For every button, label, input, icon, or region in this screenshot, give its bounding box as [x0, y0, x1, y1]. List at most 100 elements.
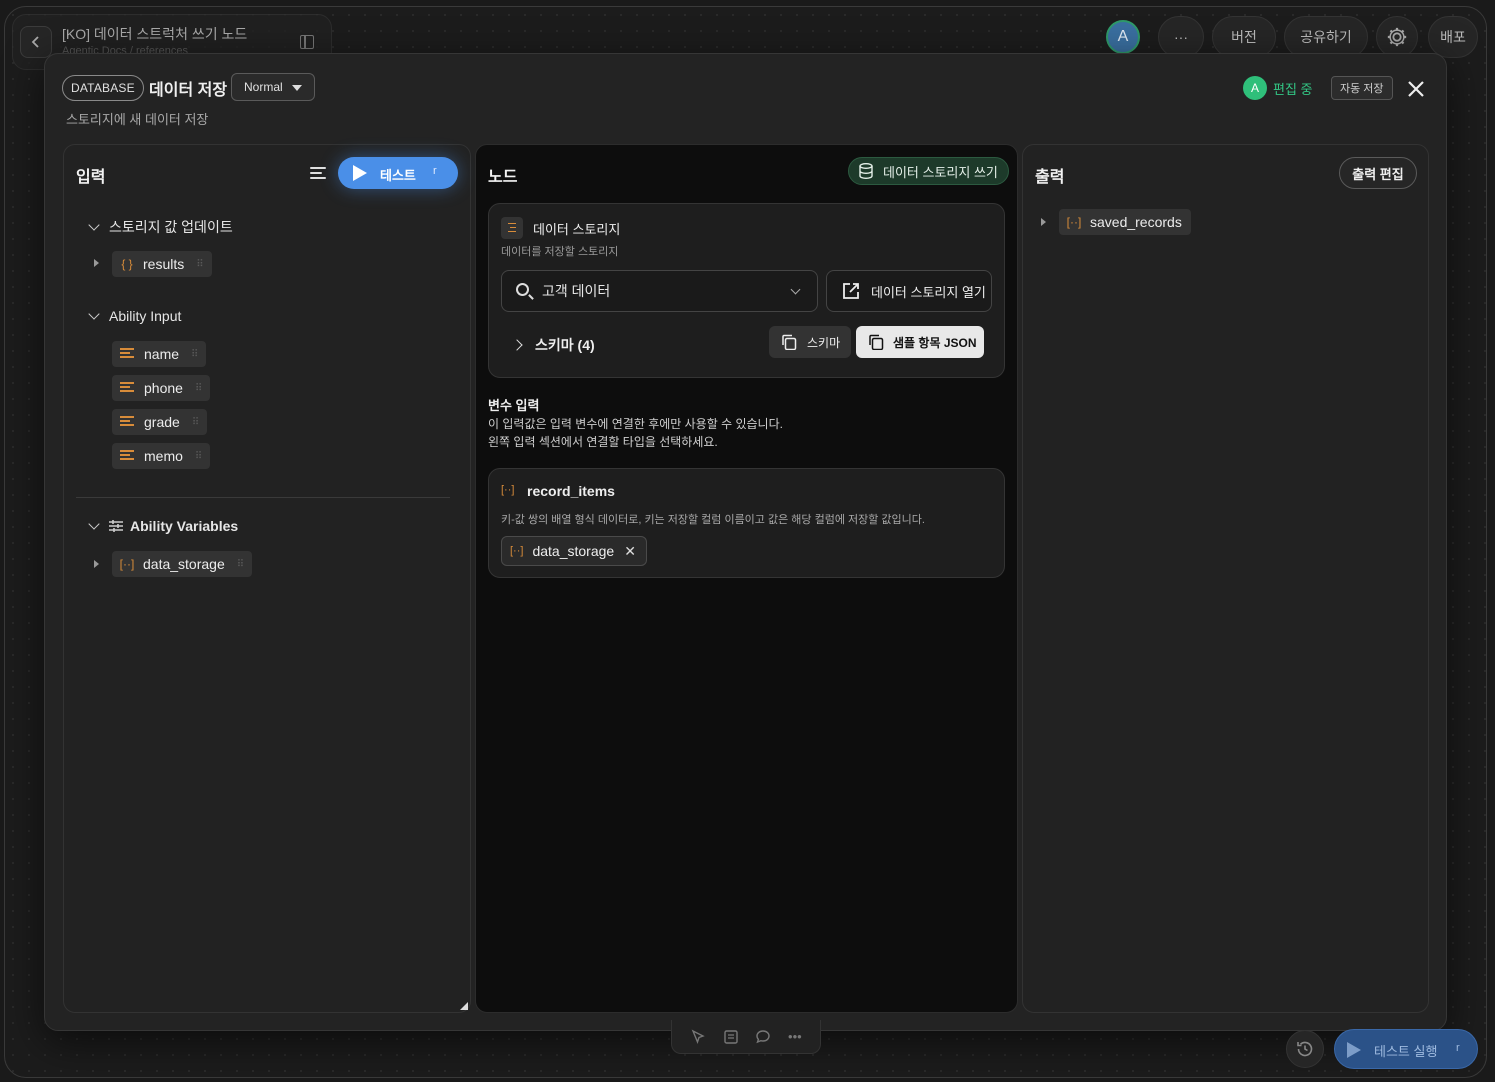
drag-handle-icon[interactable]: ⠿ — [192, 417, 199, 428]
drag-handle-icon[interactable]: ⠿ — [195, 451, 202, 462]
brackets-icon: [··] — [1066, 215, 1082, 229]
brackets-icon: [··] — [501, 484, 515, 496]
external-link-icon — [843, 283, 859, 299]
chevron-left-icon — [31, 36, 39, 48]
input-panel: 입력 테스트 r 스토리지 값 업데이트 { } results ⠿ Abili… — [63, 144, 471, 1013]
description-line: 이 입력값은 입력 변수에 연결한 후에만 사용할 수 있습니다. — [488, 417, 783, 431]
selected-storage-value: 고객 데이터 — [542, 283, 611, 299]
history-button[interactable] — [1286, 1030, 1324, 1068]
variable-chip-results[interactable]: { } results ⠿ — [112, 251, 212, 277]
chevron-down-icon — [88, 518, 100, 530]
node-panel: 노드 데이터 스토리지 쓰기 데이터 스토리지 데이터를 저장할 스토리지 고객… — [475, 144, 1018, 1013]
drag-handle-icon[interactable]: ⠿ — [191, 349, 198, 360]
list-view-icon[interactable] — [310, 167, 326, 181]
section-ability-variables[interactable]: Ability Variables — [88, 518, 238, 534]
canvas-toolbar: ••• — [671, 1020, 821, 1054]
section-ability-input[interactable]: Ability Input — [88, 308, 182, 324]
more-icon[interactable]: ••• — [788, 1029, 802, 1044]
variable-chip-grade[interactable]: grade ⠿ — [112, 409, 208, 435]
back-button[interactable] — [20, 26, 52, 58]
drag-handle-icon[interactable]: ⠿ — [195, 383, 202, 394]
section-storage-update[interactable]: 스토리지 값 업데이트 — [88, 217, 233, 237]
braces-icon: { } — [121, 257, 133, 271]
user-avatar[interactable]: A — [1106, 20, 1140, 54]
chip-label: data_storage — [143, 556, 225, 572]
remove-icon[interactable]: ✕ — [624, 543, 636, 560]
mode-dropdown[interactable]: Normal — [231, 73, 315, 101]
card-title: 데이터 스토리지 — [533, 222, 621, 237]
settings-button[interactable] — [1376, 16, 1418, 58]
storage-select[interactable]: 고객 데이터 — [501, 270, 818, 312]
schema-button-label: 스키마 — [807, 335, 841, 350]
chip-label: name — [144, 346, 180, 362]
run-test-button[interactable]: 테스트 실행 r — [1334, 1029, 1478, 1069]
output-panel: 출력 출력 편집 [··] saved_records — [1022, 144, 1429, 1013]
chip-label: memo — [144, 448, 183, 464]
output-chip-saved-records[interactable]: [··] saved_records — [1059, 209, 1191, 235]
test-button[interactable]: 테스트 r — [338, 157, 458, 189]
copy-sample-json-button[interactable]: 샘플 항목 JSON — [856, 326, 984, 358]
editing-status: 편집 중 — [1273, 82, 1313, 97]
run-test-label: 테스트 실행 — [1374, 1044, 1438, 1059]
node-badge-label: 데이터 스토리지 쓰기 — [883, 164, 998, 180]
chip-label: grade — [144, 414, 180, 430]
brackets-icon: [··] — [119, 557, 135, 571]
edit-output-button[interactable]: 출력 편집 — [1339, 157, 1417, 189]
section-label: 스토리지 값 업데이트 — [109, 219, 233, 235]
run-test-shortcut: r — [1456, 1042, 1460, 1054]
open-storage-button[interactable]: 데이터 스토리지 열기 — [826, 270, 992, 312]
gear-icon — [1387, 27, 1407, 47]
copy-icon — [869, 334, 884, 350]
section-label: Ability Input — [109, 308, 182, 324]
variable-input-description: 이 입력값은 입력 변수에 연결한 후에만 사용할 수 있습니다. 왼쪽 입력 … — [488, 415, 783, 451]
input-panel-title: 입력 — [76, 169, 106, 186]
more-button[interactable]: ··· — [1158, 16, 1204, 58]
play-icon — [353, 165, 367, 181]
autosave-badge[interactable]: 자동 저장 — [1331, 76, 1393, 100]
drag-handle-icon[interactable]: ⠿ — [237, 559, 244, 570]
list-icon — [501, 217, 523, 239]
comment-icon[interactable] — [755, 1029, 771, 1045]
variable-chip-memo[interactable]: memo ⠿ — [112, 443, 211, 469]
variable-chip-phone[interactable]: phone ⠿ — [112, 375, 211, 401]
drag-handle-icon[interactable]: ⠿ — [196, 259, 203, 270]
chip-label: saved_records — [1090, 214, 1182, 230]
section-divider — [76, 497, 450, 498]
brackets-icon: [··] — [510, 545, 524, 557]
expand-arrow-icon[interactable] — [1041, 218, 1046, 226]
expand-arrow-icon[interactable] — [94, 259, 99, 267]
sidebar-toggle-icon[interactable] — [300, 35, 314, 49]
chip-label: phone — [144, 380, 183, 396]
pointer-icon[interactable] — [690, 1029, 706, 1045]
close-icon[interactable] — [1405, 78, 1427, 100]
variable-input-title: 변수 입력 — [488, 398, 540, 413]
resize-handle-icon[interactable] — [460, 1002, 468, 1010]
sliders-icon — [109, 520, 123, 532]
mode-value: Normal — [244, 80, 283, 94]
chevron-down-icon — [790, 284, 801, 295]
record-items-card: [··] record_items 키-값 쌍의 배열 형식 데이터로, 키는 … — [488, 468, 1005, 578]
chevron-down-icon — [88, 219, 100, 231]
version-button[interactable]: 버전 — [1212, 16, 1276, 58]
expand-arrow-icon[interactable] — [94, 560, 99, 568]
bound-variable-label: data_storage — [532, 543, 615, 559]
play-icon — [1347, 1042, 1361, 1058]
node-panel-title: 노드 — [488, 169, 518, 186]
bound-variable-tag[interactable]: [··] data_storage ✕ — [501, 536, 647, 566]
deploy-button[interactable]: 배포 — [1428, 16, 1478, 58]
text-lines-icon — [120, 348, 134, 360]
copy-icon — [782, 334, 797, 350]
variable-chip-name[interactable]: name ⠿ — [112, 341, 207, 367]
editor-avatar: A — [1243, 76, 1267, 100]
schema-toggle[interactable]: 스키마 (4) — [511, 335, 595, 355]
share-button[interactable]: 공유하기 — [1284, 16, 1368, 58]
test-button-label: 테스트 — [380, 168, 416, 183]
record-items-title: record_items — [527, 483, 615, 499]
data-storage-card: 데이터 스토리지 데이터를 저장할 스토리지 고객 데이터 데이터 스토리지 열… — [488, 203, 1005, 378]
variable-chip-data-storage[interactable]: [··] data_storage ⠿ — [112, 551, 253, 577]
copy-schema-button[interactable]: 스키마 — [769, 326, 851, 358]
note-icon[interactable] — [723, 1029, 739, 1045]
history-icon — [1297, 1041, 1313, 1057]
document-title: [KO] 데이터 스트럭처 쓰기 노드 — [62, 26, 248, 42]
test-shortcut: r — [433, 165, 437, 177]
